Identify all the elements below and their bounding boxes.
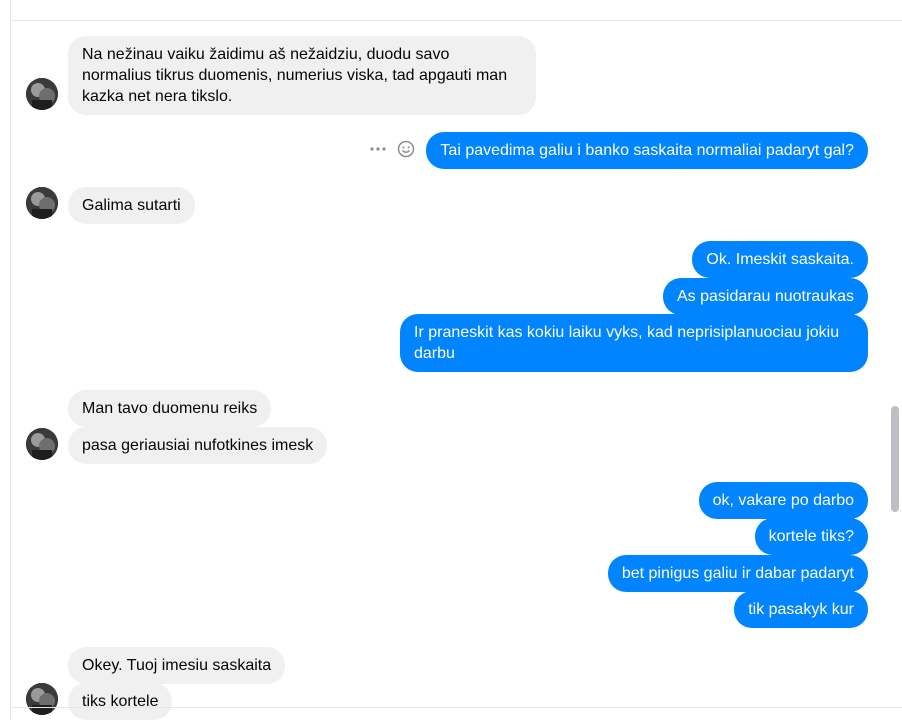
outgoing-message[interactable]: Tai pavedima galiu i banko saskaita norm… — [426, 132, 868, 169]
message-text: Galima sutarti — [82, 197, 181, 214]
message-actions — [368, 138, 416, 160]
avatar-image — [26, 683, 58, 715]
incoming-message[interactable]: Na nežinau vaiku žaidimu aš nežaidziu, d… — [68, 36, 536, 115]
outgoing-message[interactable]: Ir praneskit kas kokiu laiku vyks, kad n… — [400, 314, 868, 372]
message-text: tik pasakyk kur — [748, 601, 854, 618]
avatar-image — [26, 187, 58, 219]
left-divider — [10, 0, 11, 720]
message-text: Ir praneskit kas kokiu laiku vyks, kad n… — [414, 324, 840, 362]
outgoing-message[interactable]: As pasidarau nuotraukas — [663, 278, 868, 315]
outgoing-message[interactable]: bet pinigus galiu ir dabar padaryt — [607, 555, 868, 592]
smiley-icon[interactable] — [396, 139, 416, 159]
contact-avatar[interactable] — [26, 683, 58, 715]
message-text: As pasidarau nuotraukas — [677, 288, 854, 305]
outgoing-message[interactable]: kortele tiks? — [754, 518, 868, 555]
message-text: Na nežinau vaiku žaidimu aš nežaidziu, d… — [82, 46, 508, 105]
top-divider — [10, 20, 902, 21]
avatar-image — [26, 428, 58, 460]
contact-avatar[interactable] — [26, 78, 58, 110]
contact-avatar[interactable] — [26, 428, 58, 460]
incoming-message[interactable]: Okey. Tuoj imesiu saskaita — [68, 647, 286, 684]
incoming-message[interactable]: pasa geriausiai nufotkines imesk — [68, 427, 328, 464]
message-text: Okey. Tuoj imesiu saskaita — [82, 657, 272, 674]
outgoing-message[interactable]: Ok. Imeskit saskaita. — [692, 241, 868, 278]
contact-avatar[interactable] — [26, 187, 58, 219]
message-text: ok, vakare po darbo — [712, 492, 854, 509]
message-text: Man tavo duomenu reiks — [82, 400, 258, 417]
scrollbar-thumb[interactable] — [891, 406, 899, 512]
more-horizontal-icon[interactable] — [368, 139, 388, 159]
outgoing-message[interactable]: ok, vakare po darbo — [698, 482, 868, 519]
incoming-message[interactable]: Man tavo duomenu reiks — [68, 390, 272, 427]
incoming-message[interactable]: Galima sutarti — [68, 187, 195, 224]
message-text: bet pinigus galiu ir dabar padaryt — [621, 565, 854, 582]
bottom-divider — [10, 707, 902, 708]
message-text: Tai pavedima galiu i banko saskaita norm… — [440, 142, 854, 159]
incoming-message[interactable]: tiks kortele — [68, 683, 173, 720]
message-text: pasa geriausiai nufotkines imesk — [82, 437, 314, 454]
outgoing-message[interactable]: tik pasakyk kur — [734, 591, 868, 628]
message-text: Ok. Imeskit saskaita. — [706, 251, 854, 268]
message-text: kortele tiks? — [768, 528, 854, 545]
avatar-image — [26, 78, 58, 110]
chat-window: Na nežinau vaiku žaidimu aš nežaidziu, d… — [0, 0, 902, 720]
